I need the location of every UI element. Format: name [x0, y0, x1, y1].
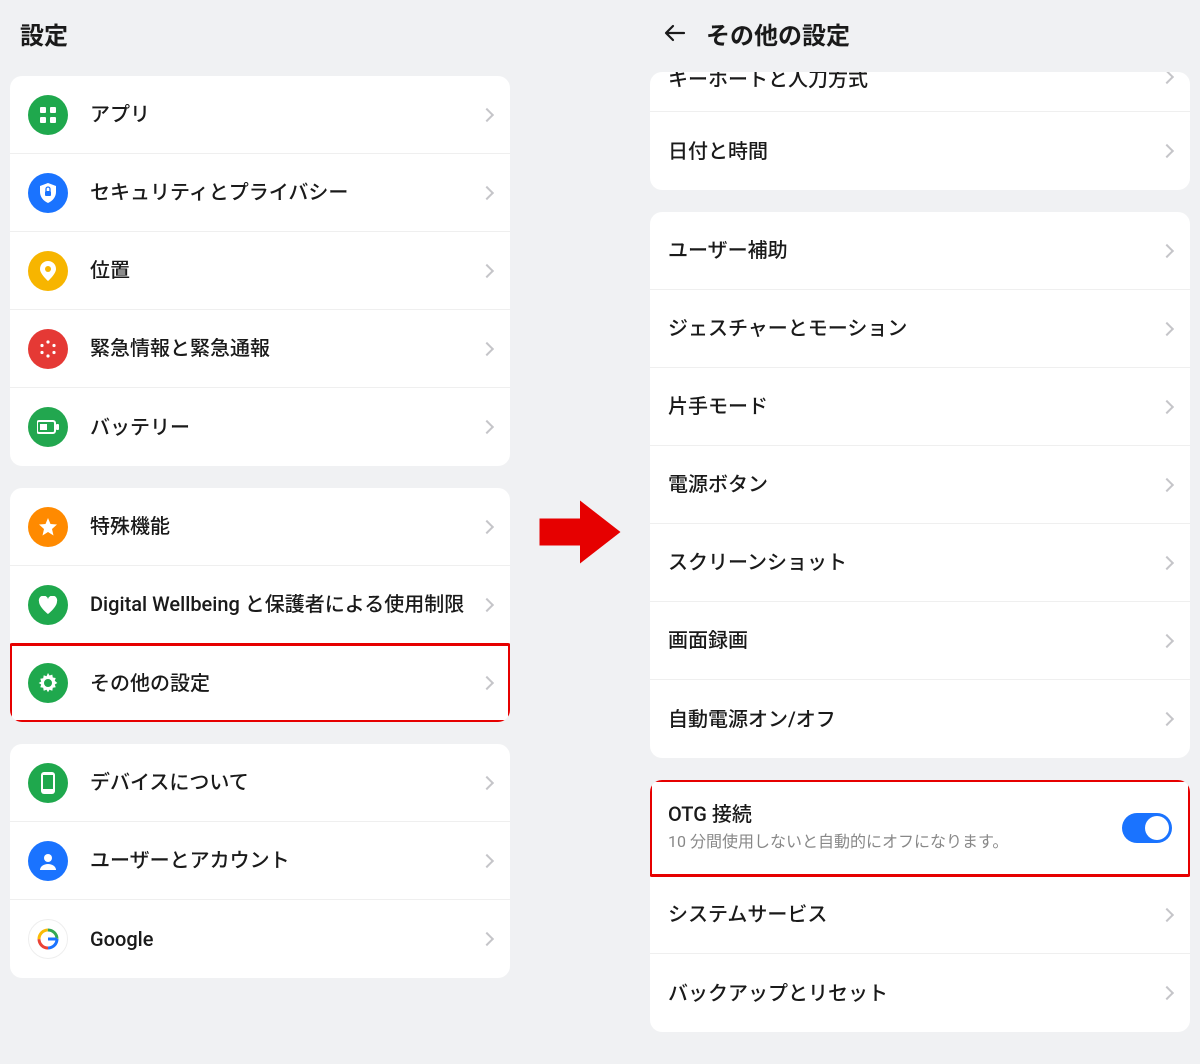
- other-item-screenshot[interactable]: スクリーンショット: [650, 524, 1190, 602]
- settings-item-security[interactable]: セキュリティとプライバシー: [10, 154, 510, 232]
- item-label: バックアップとリセット: [668, 980, 1152, 1007]
- settings-item-apps[interactable]: アプリ: [10, 76, 510, 154]
- settings-item-label: 緊急情報と緊急通報: [90, 335, 472, 362]
- device-icon: [28, 763, 68, 803]
- chevron-right-icon: [1160, 986, 1174, 1000]
- item-label: 日付と時間: [668, 138, 1152, 165]
- item-label: OTG 接続: [668, 801, 1110, 828]
- settings-item-users[interactable]: ユーザーとアカウント: [10, 822, 510, 900]
- page-title: 設定: [20, 16, 68, 51]
- chevron-right-icon: [480, 107, 494, 121]
- transition-arrow: [520, 0, 640, 1064]
- page-title: その他の設定: [706, 16, 850, 51]
- special-icon: [28, 507, 68, 547]
- settings-item-google[interactable]: Google: [10, 900, 510, 978]
- settings-item-label: セキュリティとプライバシー: [90, 179, 472, 206]
- arrow-left-icon: [664, 22, 686, 44]
- settings-item-location[interactable]: 位置: [10, 232, 510, 310]
- user-icon: [28, 841, 68, 881]
- chevron-right-icon: [480, 597, 494, 611]
- other-item-power[interactable]: 電源ボタン: [650, 446, 1190, 524]
- item-label: 画面録画: [668, 627, 1152, 654]
- chevron-right-icon: [480, 341, 494, 355]
- chevron-right-icon: [480, 676, 494, 690]
- settings-item-emergency[interactable]: 緊急情報と緊急通報: [10, 310, 510, 388]
- item-label: システムサービス: [668, 901, 1152, 928]
- chevron-right-icon: [1160, 72, 1174, 84]
- settings-item-battery[interactable]: バッテリー: [10, 388, 510, 466]
- security-icon: [28, 173, 68, 213]
- chevron-right-icon: [480, 185, 494, 199]
- chevron-right-icon: [1160, 399, 1174, 413]
- item-label: 片手モード: [668, 393, 1152, 420]
- chevron-right-icon: [480, 775, 494, 789]
- settings-item-label: ユーザーとアカウント: [90, 847, 472, 874]
- other-settings-screen: その他の設定 キーホートと人刀方式 日付と時間 ユーザー補助 ジェスチャーとモー…: [640, 0, 1200, 1064]
- other-item-backup-reset[interactable]: バックアップとリセット: [650, 954, 1190, 1032]
- chevron-right-icon: [480, 420, 494, 434]
- chevron-right-icon: [1160, 555, 1174, 569]
- settings-item-label: アプリ: [90, 101, 472, 128]
- other-group-0: キーホートと人刀方式 日付と時間: [650, 72, 1190, 190]
- chevron-right-icon: [1160, 907, 1174, 921]
- item-label: ユーザー補助: [668, 237, 1152, 264]
- chevron-right-icon: [1160, 243, 1174, 257]
- battery-icon: [28, 407, 68, 447]
- other-group-2: OTG 接続 10 分間使用しないと自動的にオフになります。 システムサービス …: [650, 780, 1190, 1032]
- item-label: キーホートと人刀方式: [668, 72, 1152, 93]
- settings-item-label: 位置: [90, 257, 472, 284]
- settings-item-label: Google: [90, 926, 472, 953]
- item-label: ジェスチャーとモーション: [668, 315, 1152, 342]
- chevron-right-icon: [480, 263, 494, 277]
- settings-item-label: デバイスについて: [90, 769, 472, 796]
- chevron-right-icon: [480, 853, 494, 867]
- other-item-otg[interactable]: OTG 接続 10 分間使用しないと自動的にオフになります。: [650, 780, 1190, 876]
- other-item-system-service[interactable]: システムサービス: [650, 876, 1190, 954]
- other-item-gesture[interactable]: ジェスチャーとモーション: [650, 290, 1190, 368]
- back-button[interactable]: [660, 18, 690, 48]
- otg-toggle[interactable]: [1122, 813, 1172, 843]
- item-label: 電源ボタン: [668, 471, 1152, 498]
- arrow-right-icon: [535, 487, 625, 577]
- emergency-icon: [28, 329, 68, 369]
- settings-item-label: バッテリー: [90, 414, 472, 441]
- settings-group-3: デバイスについて ユーザーとアカウント Google: [10, 744, 510, 978]
- wellbeing-icon: [28, 585, 68, 625]
- chevron-right-icon: [1160, 321, 1174, 335]
- settings-item-special[interactable]: 特殊機能: [10, 488, 510, 566]
- chevron-right-icon: [1160, 477, 1174, 491]
- chevron-right-icon: [1160, 633, 1174, 647]
- settings-item-wellbeing[interactable]: Digital Wellbeing と保護者による使用制限: [10, 566, 510, 644]
- chevron-right-icon: [1160, 712, 1174, 726]
- item-sublabel: 10 分間使用しないと自動的にオフになります。: [668, 831, 1110, 853]
- toggle-knob: [1145, 816, 1169, 840]
- settings-item-other[interactable]: その他の設定: [10, 644, 510, 722]
- chevron-right-icon: [480, 519, 494, 533]
- settings-group-1: アプリ セキュリティとプライバシー 位置 緊急情報と緊急通報: [10, 76, 510, 466]
- settings-item-label: Digital Wellbeing と保護者による使用制限: [90, 591, 472, 618]
- chevron-right-icon: [480, 932, 494, 946]
- other-item-keyboard[interactable]: キーホートと人刀方式: [650, 72, 1190, 112]
- settings-item-label: その他の設定: [90, 670, 472, 697]
- other-item-autopower[interactable]: 自動電源オン/オフ: [650, 680, 1190, 758]
- location-icon: [28, 251, 68, 291]
- other-group-1: ユーザー補助 ジェスチャーとモーション 片手モード 電源ボタン スクリーンショッ…: [650, 212, 1190, 758]
- item-label: スクリーンショット: [668, 549, 1152, 576]
- item-label: 自動電源オン/オフ: [668, 706, 1152, 733]
- gear-icon: [28, 663, 68, 703]
- settings-item-label: 特殊機能: [90, 513, 472, 540]
- other-item-accessibility[interactable]: ユーザー補助: [650, 212, 1190, 290]
- settings-item-device[interactable]: デバイスについて: [10, 744, 510, 822]
- other-item-screenrec[interactable]: 画面録画: [650, 602, 1190, 680]
- header: その他の設定: [640, 0, 1200, 72]
- google-icon: [28, 919, 68, 959]
- chevron-right-icon: [1160, 144, 1174, 158]
- apps-icon: [28, 95, 68, 135]
- header: 設定: [0, 0, 520, 72]
- other-item-datetime[interactable]: 日付と時間: [650, 112, 1190, 190]
- settings-group-2: 特殊機能 Digital Wellbeing と保護者による使用制限 その他の設…: [10, 488, 510, 722]
- other-item-onehand[interactable]: 片手モード: [650, 368, 1190, 446]
- settings-screen: 設定 アプリ セキュリティとプライバシー 位置: [0, 0, 520, 1064]
